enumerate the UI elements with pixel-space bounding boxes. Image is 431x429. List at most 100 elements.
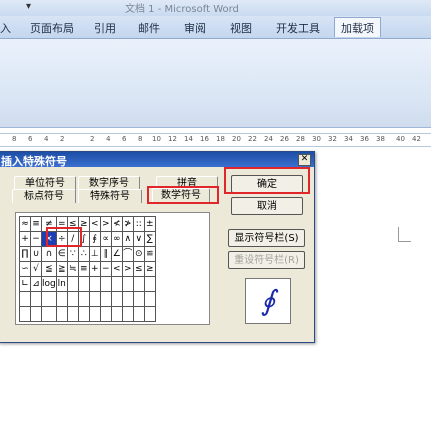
symbol-cell[interactable]: [99, 276, 112, 292]
symbol-cell[interactable]: /: [66, 231, 79, 247]
symbol-cell[interactable]: ≦: [41, 261, 57, 277]
symbol-cell[interactable]: [77, 276, 90, 292]
symbol-cell[interactable]: [132, 306, 145, 322]
symbol-cell[interactable]: ln: [55, 276, 68, 292]
symbol-cell[interactable]: [143, 276, 156, 292]
symbol-cell[interactable]: [99, 306, 112, 322]
symbol-cell[interactable]: ∑: [143, 231, 156, 247]
symbol-cell[interactable]: [66, 306, 79, 322]
symbol-cell[interactable]: [132, 291, 145, 307]
symbol-cell[interactable]: [30, 306, 42, 322]
symbol-cell[interactable]: ∵: [66, 246, 79, 262]
ok-button[interactable]: 确定: [231, 175, 303, 193]
symbol-cell[interactable]: [66, 291, 79, 307]
symbol-cell[interactable]: ∮: [88, 231, 101, 247]
symbol-cell[interactable]: <: [88, 216, 101, 232]
tab-special-symbols[interactable]: 特殊符号: [78, 189, 142, 203]
symbol-cell[interactable]: [88, 276, 101, 292]
symbol-cell[interactable]: ∥: [99, 246, 112, 262]
symbol-cell[interactable]: √: [30, 261, 42, 277]
symbol-cell[interactable]: ≡: [77, 261, 90, 277]
symbol-cell[interactable]: >: [99, 216, 112, 232]
symbol-cell[interactable]: ≌: [143, 246, 156, 262]
symbol-cell[interactable]: ∫: [77, 231, 90, 247]
tab-review[interactable]: 审阅: [184, 20, 206, 36]
symbol-cell[interactable]: [132, 276, 145, 292]
tab-mailings[interactable]: 邮件: [138, 20, 160, 36]
symbol-cell[interactable]: ⊿: [30, 276, 42, 292]
tab-developer[interactable]: 开发工具: [276, 20, 320, 36]
dialog-title-bar[interactable]: 插入特殊符号 ✕: [0, 152, 314, 168]
symbol-cell[interactable]: [143, 306, 156, 322]
tab-punctuation[interactable]: 标点符号: [12, 189, 76, 203]
symbol-cell[interactable]: ⊥: [88, 246, 101, 262]
symbol-cell[interactable]: ∪: [30, 246, 42, 262]
symbol-cell[interactable]: ∴: [77, 246, 90, 262]
symbol-cell[interactable]: ≯: [121, 216, 134, 232]
symbol-cell[interactable]: ∈: [55, 246, 68, 262]
symbol-cell[interactable]: ≠: [41, 216, 57, 232]
symbol-cell[interactable]: [77, 291, 90, 307]
symbol-cell[interactable]: ±: [143, 216, 156, 232]
symbol-cell[interactable]: ∽: [19, 261, 31, 277]
symbol-cell[interactable]: +: [88, 261, 101, 277]
quick-access-dropdown-icon[interactable]: ▾: [26, 1, 31, 12]
symbol-cell[interactable]: ⌒: [121, 246, 134, 262]
symbol-cell[interactable]: [66, 276, 79, 292]
close-icon[interactable]: ✕: [298, 154, 311, 166]
symbol-cell[interactable]: −: [30, 231, 42, 247]
symbol-cell[interactable]: ∏: [19, 246, 31, 262]
symbol-cell[interactable]: =: [55, 216, 68, 232]
symbol-cell[interactable]: ≥: [77, 216, 90, 232]
symbol-cell[interactable]: [41, 291, 57, 307]
symbol-cell[interactable]: ≤: [132, 261, 145, 277]
show-symbol-bar-button[interactable]: 显示符号栏(S): [228, 229, 305, 247]
symbol-cell[interactable]: ×: [41, 231, 57, 247]
cancel-button[interactable]: 取消: [231, 197, 303, 215]
tab-insert[interactable]: 入: [0, 20, 11, 36]
symbol-cell[interactable]: [30, 291, 42, 307]
symbol-cell[interactable]: ∝: [99, 231, 112, 247]
symbol-cell[interactable]: ∞: [110, 231, 123, 247]
symbol-cell[interactable]: ≥: [143, 261, 156, 277]
symbol-cell[interactable]: [19, 291, 31, 307]
symbol-cell[interactable]: [41, 306, 57, 322]
symbol-cell[interactable]: [19, 306, 31, 322]
symbol-cell[interactable]: >: [121, 261, 134, 277]
symbol-cell[interactable]: [110, 291, 123, 307]
symbol-cell[interactable]: [121, 291, 134, 307]
symbol-cell[interactable]: [99, 291, 112, 307]
symbol-cell[interactable]: ÷: [55, 231, 68, 247]
symbol-cell[interactable]: ::: [132, 216, 145, 232]
symbol-cell[interactable]: ≒: [66, 261, 79, 277]
symbol-cell[interactable]: ∠: [110, 246, 123, 262]
tab-add-ins[interactable]: 加载项: [334, 17, 381, 37]
symbol-cell[interactable]: log: [41, 276, 57, 292]
symbol-cell[interactable]: −: [99, 261, 112, 277]
tab-math-symbols[interactable]: 数学符号: [152, 188, 210, 202]
tab-number-sequences[interactable]: 数字序号: [78, 176, 140, 190]
symbol-cell[interactable]: [77, 306, 90, 322]
symbol-cell[interactable]: ≧: [55, 261, 68, 277]
symbol-cell[interactable]: ∨: [132, 231, 145, 247]
symbol-cell[interactable]: ∟: [19, 276, 31, 292]
tab-unit-symbols[interactable]: 单位符号: [14, 176, 76, 190]
symbol-cell[interactable]: ⊙: [132, 246, 145, 262]
symbol-cell[interactable]: ∩: [41, 246, 57, 262]
symbol-cell[interactable]: [121, 276, 134, 292]
horizontal-ruler[interactable]: 8 6 4 2 2 4 6 8 10 12 14 16 18 20 22 24 …: [0, 133, 431, 147]
symbol-cell[interactable]: [110, 276, 123, 292]
symbol-cell[interactable]: ∧: [121, 231, 134, 247]
tab-page-layout[interactable]: 页面布局: [30, 20, 74, 36]
symbol-cell[interactable]: <: [110, 261, 123, 277]
symbol-cell[interactable]: [88, 291, 101, 307]
symbol-cell[interactable]: ≮: [110, 216, 123, 232]
tab-references[interactable]: 引用: [94, 20, 116, 36]
symbol-cell[interactable]: +: [19, 231, 31, 247]
symbol-cell[interactable]: [55, 306, 68, 322]
symbol-cell[interactable]: ≤: [66, 216, 79, 232]
symbol-cell[interactable]: [88, 306, 101, 322]
symbol-cell[interactable]: ≈: [19, 216, 31, 232]
symbol-cell[interactable]: [55, 291, 68, 307]
tab-view[interactable]: 视图: [230, 20, 252, 36]
